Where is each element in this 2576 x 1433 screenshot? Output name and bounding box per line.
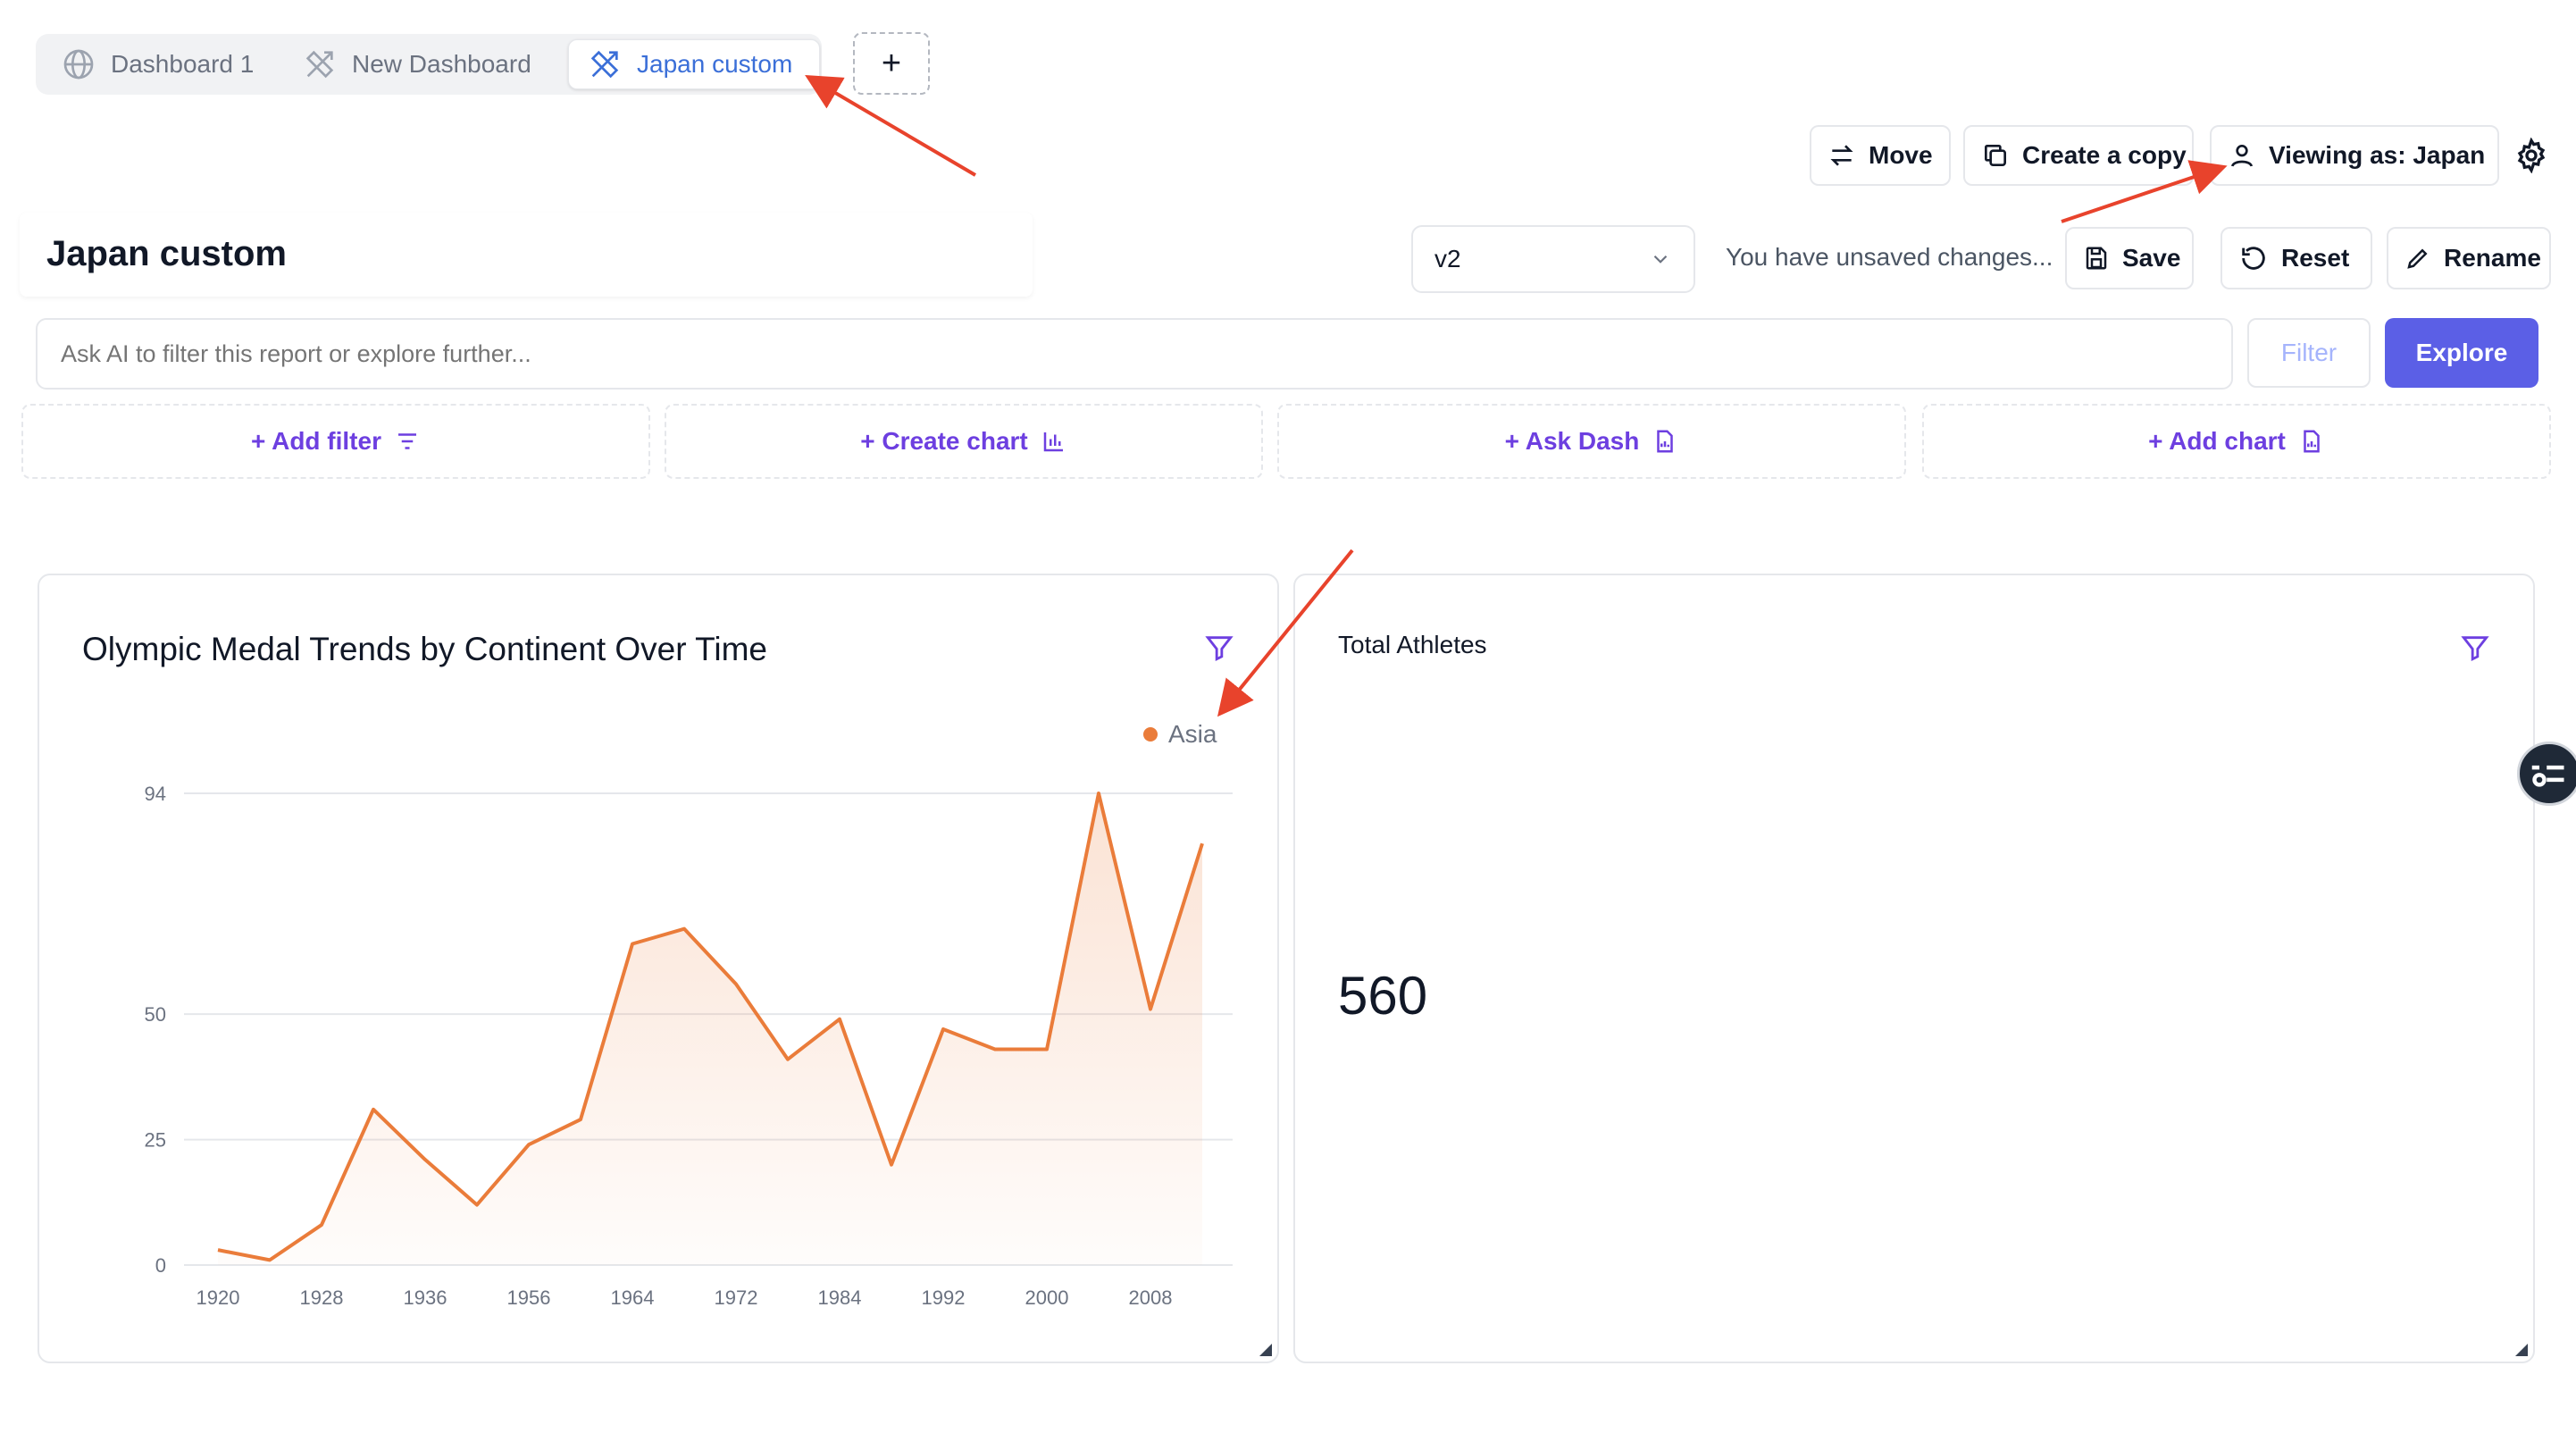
annotation-arrows bbox=[805, 74, 2228, 717]
annotation-arrow-legend bbox=[1217, 549, 1354, 717]
annotation-arrow-tab bbox=[805, 74, 977, 177]
annotation-arrow-viewing-as bbox=[2061, 160, 2228, 223]
